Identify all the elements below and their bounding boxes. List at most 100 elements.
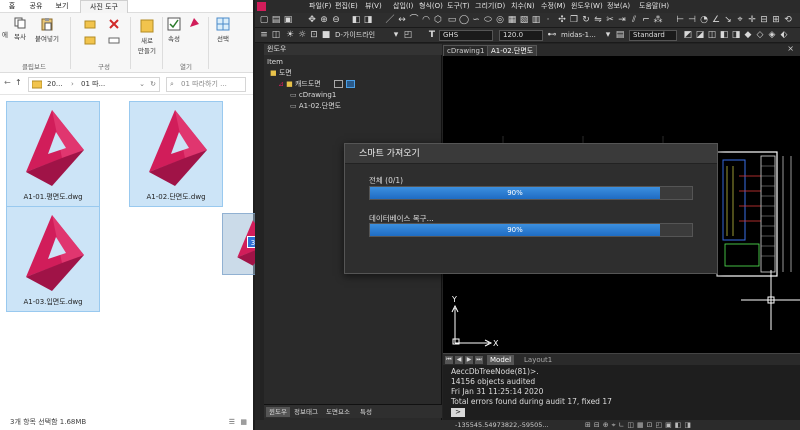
hatch-icon[interactable]: ▦ — [507, 15, 517, 25]
tab-share[interactable]: 공유 — [26, 0, 46, 13]
prev-layout-icon[interactable]: ◀ — [455, 356, 463, 364]
bulb-icon[interactable]: ☀ — [285, 30, 295, 40]
view-ne-icon[interactable]: ⬖ — [779, 30, 789, 40]
file-item[interactable]: A1-01.평면도.dwg — [6, 101, 100, 207]
rename-button[interactable] — [104, 35, 124, 47]
new-button[interactable]: 새로 만들기 — [134, 17, 160, 55]
up-arrow-icon[interactable]: ↑ — [15, 78, 22, 87]
ellipse-icon[interactable]: ⬭ — [483, 15, 493, 25]
menu-file[interactable]: 파일(F) — [309, 0, 331, 13]
menu-edit[interactable]: 편집(E) — [335, 0, 358, 13]
point-icon[interactable]: · — [543, 15, 553, 25]
menu-dimension[interactable]: 치수(N) — [511, 0, 535, 13]
dim-style-icon[interactable]: ⊞ — [771, 15, 781, 25]
tab-info-tag[interactable]: 정보태그 — [294, 407, 318, 417]
current-layer[interactable]: D-가이드라인 — [335, 30, 375, 41]
layer-prev-icon[interactable]: ◰ — [403, 30, 413, 40]
tree-item-cad-drawings[interactable]: ⊿ ■ 캐드도면 — [278, 79, 321, 89]
rotate-icon[interactable]: ↻ — [581, 15, 591, 25]
tab-view[interactable]: 보기 — [52, 0, 72, 13]
open-icon[interactable]: ▤ — [271, 15, 281, 25]
menu-window[interactable]: 윈도우(W) — [571, 0, 603, 13]
mirror-icon[interactable]: ⇋ — [593, 15, 603, 25]
rectangle-icon[interactable]: ▭ — [447, 15, 457, 25]
tab-properties[interactable]: 특성 — [360, 407, 372, 417]
view-iso-icon[interactable]: ◆ — [743, 30, 753, 40]
move-to-button[interactable] — [80, 19, 100, 31]
address-bar[interactable]: 20... › 01 따... ⌄ ↻ — [28, 77, 160, 92]
last-layout-icon[interactable]: ⏭ — [475, 356, 483, 364]
refresh-icon[interactable]: ↻ — [150, 78, 156, 91]
file-item[interactable]: A1-02.단면도.dwg — [129, 101, 223, 207]
text-height-select[interactable]: 120.0 — [499, 30, 543, 41]
chevron-down-icon[interactable]: ▾ — [391, 30, 401, 40]
view-front-icon[interactable]: ◫ — [707, 30, 717, 40]
menu-modify[interactable]: 수정(M) — [541, 0, 565, 13]
xline-icon[interactable]: ↔ — [397, 15, 407, 25]
polyline-icon[interactable]: ⌒ — [409, 15, 419, 25]
copy-button[interactable]: 복사 — [10, 17, 30, 41]
arc-icon[interactable]: ◠ — [421, 15, 431, 25]
trim-icon[interactable]: ✂ — [605, 15, 615, 25]
center-mark-icon[interactable]: ✛ — [747, 15, 757, 25]
spline-icon[interactable]: ∽ — [471, 15, 481, 25]
sun-icon[interactable]: ☼ — [297, 30, 307, 40]
menu-info[interactable]: 정보(A) — [607, 0, 630, 13]
menu-draw[interactable]: 그리기(D) — [475, 0, 505, 13]
menu-tools[interactable]: 도구(T) — [447, 0, 470, 13]
tab-model[interactable]: Model — [487, 355, 515, 365]
array-icon[interactable]: ⁂ — [653, 15, 663, 25]
tree-item-a1-02[interactable]: ▭ A1-02.단면도 — [290, 101, 341, 111]
donut-icon[interactable]: ◎ — [495, 15, 505, 25]
close-icon[interactable]: × — [787, 44, 794, 53]
menu-help[interactable]: 도움말(H) — [639, 0, 669, 13]
polygon-icon[interactable]: ⬡ — [433, 15, 443, 25]
pan-icon[interactable]: ✥ — [307, 15, 317, 25]
tree-toggle-icon[interactable]: ⊿ — [278, 80, 284, 88]
tree-item-drawings[interactable]: ■ 도면 — [270, 68, 292, 78]
back-arrow-icon[interactable]: ← — [4, 78, 11, 87]
chevron-down-icon[interactable]: ▾ — [603, 30, 613, 40]
region-icon[interactable]: ▧ — [519, 15, 529, 25]
dim-edit-icon[interactable]: ⊟ — [759, 15, 769, 25]
select-button[interactable]: 선택 — [212, 17, 234, 43]
dim-angle-icon[interactable]: ∠ — [711, 15, 721, 25]
paste-button[interactable]: 붙여넣기 — [32, 17, 62, 43]
menu-view[interactable]: 뷰(V) — [365, 0, 382, 13]
address-segment[interactable]: 20... — [47, 78, 63, 91]
doc-tab-cdrawing1[interactable]: cDrawing1 — [443, 45, 489, 56]
view-right-icon[interactable]: ◨ — [731, 30, 741, 40]
save-icon[interactable]: ▣ — [283, 15, 293, 25]
new-doc-icon[interactable]: ▢ — [259, 15, 269, 25]
tab-home[interactable]: 홈 — [2, 0, 22, 13]
zoom-icon[interactable]: ⊕ — [319, 15, 329, 25]
tree-item-cdrawing1[interactable]: ▭ cDrawing1 — [290, 90, 336, 100]
tab-drawing-elements[interactable]: 도면요소 — [326, 407, 350, 417]
menu-format[interactable]: 형식(O) — [419, 0, 443, 13]
open-with-button[interactable] — [186, 17, 202, 31]
view-se-icon[interactable]: ◈ — [767, 30, 777, 40]
address-segment[interactable]: 01 따... — [81, 78, 105, 91]
dim-linear-icon[interactable]: ⊢ — [675, 15, 685, 25]
dim-style-select[interactable]: midas-1... — [561, 30, 596, 41]
delete-button[interactable] — [104, 19, 124, 31]
move-icon[interactable]: ✣ — [557, 15, 567, 25]
fillet-icon[interactable]: ⌐ — [641, 15, 651, 25]
layer-icon[interactable]: ◧ — [351, 15, 361, 25]
layer-state-icon[interactable]: ◫ — [271, 30, 281, 40]
large-icons-view-icon[interactable]: ▦ — [240, 414, 247, 430]
view-cube-icon[interactable]: ◩ — [683, 30, 693, 40]
pin-button[interactable]: 에 — [0, 29, 10, 39]
match-icon[interactable]: ◨ — [363, 15, 373, 25]
next-layout-icon[interactable]: ▶ — [465, 356, 473, 364]
table-icon[interactable]: ▥ — [531, 15, 541, 25]
view-top-icon[interactable]: ◪ — [695, 30, 705, 40]
tolerance-icon[interactable]: ⌖ — [735, 15, 745, 25]
lock-icon[interactable]: ⊡ — [309, 30, 319, 40]
properties-button[interactable]: 속성 — [164, 17, 184, 43]
extend-icon[interactable]: ⇥ — [617, 15, 627, 25]
leader-icon[interactable]: ↘ — [723, 15, 733, 25]
tab-layout1[interactable]: Layout1 — [521, 355, 555, 365]
line-icon[interactable]: ／ — [385, 15, 395, 25]
dim-aligned-icon[interactable]: ⊣ — [687, 15, 697, 25]
